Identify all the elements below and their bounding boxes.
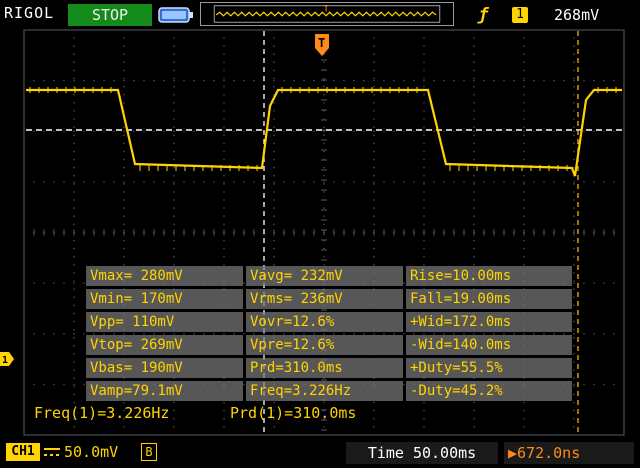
channel1-ground-marker[interactable]: 1 — [0, 352, 14, 366]
trigger-position-label: T — [318, 36, 325, 50]
measurement-vtop: Vtop= 269mV — [86, 335, 243, 355]
measurement-neg-width: -Wid=140.0ms — [406, 335, 572, 355]
measurement-vmin: Vmin= 170mV — [86, 289, 243, 309]
frequency-counter: Freq(1)=3.226Hz — [34, 404, 170, 422]
measurement-row: Vtop= 269mV Vpre=12.6% -Wid=140.0ms — [86, 335, 572, 355]
measurement-period: Prd=310.0ms — [246, 358, 403, 378]
measurement-vbase: Vbas= 190mV — [86, 358, 243, 378]
measurement-table: Vmax= 280mV Vavg= 232mV Rise=10.00ms Vmi… — [86, 266, 572, 404]
measurement-vpre: Vpre=12.6% — [246, 335, 403, 355]
measurement-neg-duty: -Duty=45.2% — [406, 381, 572, 401]
measurement-rise: Rise=10.00ms — [406, 266, 572, 286]
measurement-row: Vamp=79.1mV Freq=3.226Hz -Duty=45.2% — [86, 381, 572, 401]
measurement-row: Vbas= 190mV Prd=310.0ms +Duty=55.5% — [86, 358, 572, 378]
dc-coupling-icon — [44, 448, 60, 456]
measurement-vovr: Vovr=12.6% — [246, 312, 403, 332]
measurement-fall: Fall=19.00ms — [406, 289, 572, 309]
channel1-marker-label: 1 — [2, 355, 8, 366]
trigger-position-marker[interactable]: T — [315, 34, 329, 56]
measurement-vavg: Vavg= 232mV — [246, 266, 403, 286]
measurement-pos-width: +Wid=172.0ms — [406, 312, 572, 332]
oscilloscope-screen: RIGOL STOP T ƒ 1 268mV T 1 Vmax= 280mV V… — [0, 0, 640, 468]
measurement-vamp: Vamp=79.1mV — [86, 381, 243, 401]
measurement-vpp: Vpp= 110mV — [86, 312, 243, 332]
measurement-pos-duty: +Duty=55.5% — [406, 358, 572, 378]
bandwidth-limit-badge: B — [141, 443, 157, 461]
bottom-status-bar: CH1 50.0mV B Time 50.00ms ▶672.0ns — [0, 440, 640, 468]
trigger-offset-icon: ▶ — [508, 444, 518, 462]
trigger-offset-readout[interactable]: ▶672.0ns — [504, 442, 634, 464]
trigger-offset-value: 672.0ns — [517, 444, 581, 462]
measurement-vmax: Vmax= 280mV — [86, 266, 243, 286]
measurement-row: Vmin= 170mV Vrms= 236mV Fall=19.00ms — [86, 289, 572, 309]
timebase-readout[interactable]: Time 50.00ms — [346, 442, 498, 464]
measurement-row: Vmax= 280mV Vavg= 232mV Rise=10.00ms — [86, 266, 572, 286]
channel1-tag[interactable]: CH1 — [6, 443, 40, 461]
channel1-vertical-scale[interactable]: 50.0mV — [64, 442, 118, 462]
period-counter: Prd(1)=310.0ms — [230, 404, 357, 422]
measurement-vrms: Vrms= 236mV — [246, 289, 403, 309]
measurement-row: Vpp= 110mV Vovr=12.6% +Wid=172.0ms — [86, 312, 572, 332]
measurement-freq: Freq=3.226Hz — [246, 381, 403, 401]
